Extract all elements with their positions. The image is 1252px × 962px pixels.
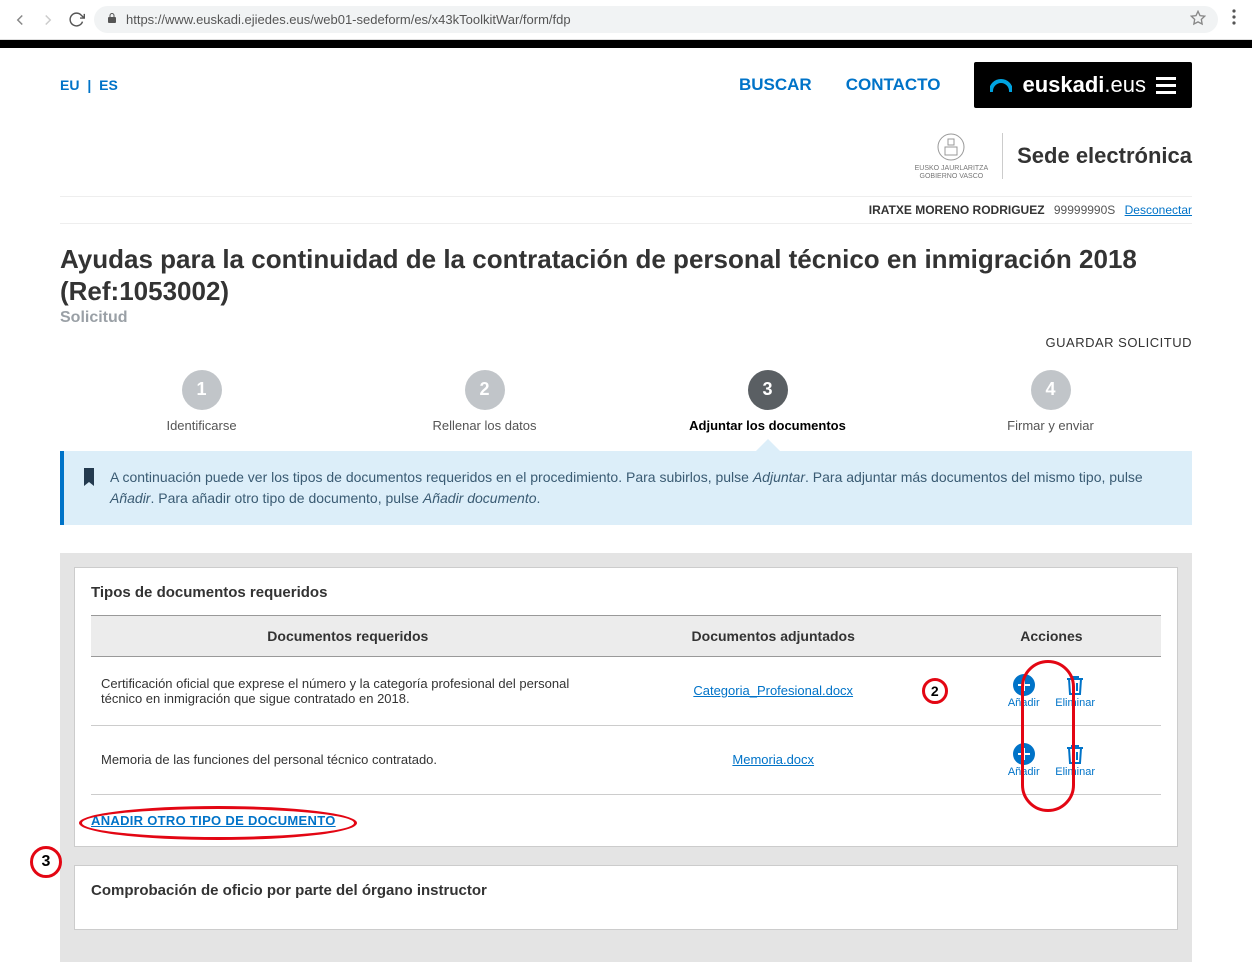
lock-icon	[106, 12, 118, 27]
info-box: A continuación puede ver los tipos de do…	[60, 451, 1192, 525]
buscar-link[interactable]: BUSCAR	[739, 75, 812, 95]
doc-file-0[interactable]: Categoria_Profesional.docx	[693, 683, 853, 698]
add-another-doc-type[interactable]: AÑADIR OTRO TIPO DE DOCUMENTO	[91, 813, 336, 828]
panel-title: Tipos de documentos requeridos	[91, 584, 1161, 601]
step-1-number: 1	[182, 370, 222, 410]
trash-icon	[1055, 673, 1095, 697]
docs-outer: Tipos de documentos requeridos Documento…	[60, 553, 1192, 962]
site-header: EU | ES BUSCAR CONTACTO euskadi.eus	[0, 48, 1252, 122]
step-4: 4 Firmar y enviar	[909, 370, 1192, 451]
annotation-2: 2	[922, 678, 948, 704]
annotation-3-wrap: 3	[30, 846, 62, 878]
url-text: https://www.euskadi.ejiedes.eus/web01-se…	[126, 12, 1182, 27]
contacto-link[interactable]: CONTACTO	[846, 75, 941, 95]
doc-row-1: Memoria de las funciones del personal té…	[91, 725, 1161, 794]
page-title: Ayudas para la continuidad de la contrat…	[60, 244, 1192, 306]
gov-logo: EUSKO JAURLARITZAGOBIERNO VASCO	[915, 132, 989, 180]
annotation-3: 3	[30, 846, 62, 878]
lang-eu-link[interactable]: EU	[60, 77, 79, 93]
doc-row-0: Certificación oficial que exprese el núm…	[91, 656, 1161, 725]
plus-circle-icon	[1008, 673, 1040, 697]
step-3-label: Adjuntar los documentos	[626, 418, 909, 433]
reload-button[interactable]	[66, 10, 86, 30]
sede-row: EUSKO JAURLARITZAGOBIERNO VASCO Sede ele…	[0, 122, 1252, 196]
step-2-number: 2	[465, 370, 505, 410]
arc-icon	[990, 72, 1012, 98]
doc-file-1[interactable]: Memoria.docx	[732, 752, 814, 767]
browser-toolbar: https://www.euskadi.ejiedes.eus/web01-se…	[0, 0, 1252, 40]
step-1: 1 Identificarse	[60, 370, 343, 451]
stepper: 1 Identificarse 2 Rellenar los datos 3 A…	[60, 370, 1192, 451]
doc-req-0: Certificación oficial que exprese el núm…	[91, 656, 605, 725]
user-id: 99999990S	[1054, 203, 1115, 217]
language-selector: EU | ES	[60, 77, 118, 93]
delete-button-0[interactable]: Eliminar	[1055, 673, 1095, 709]
address-bar[interactable]: https://www.euskadi.ejiedes.eus/web01-se…	[94, 6, 1218, 33]
brand-suffix: .eus	[1104, 72, 1146, 97]
step-4-label: Firmar y enviar	[909, 418, 1192, 433]
sede-title: Sede electrónica	[1017, 143, 1192, 169]
title-block: Ayudas para la continuidad de la contrat…	[60, 244, 1192, 326]
step-2: 2 Rellenar los datos	[343, 370, 626, 451]
panel2-title: Comprobación de oficio por parte del órg…	[91, 882, 1161, 899]
add-button-0[interactable]: Añadir	[1008, 673, 1040, 709]
lang-es-link[interactable]: ES	[99, 77, 118, 93]
bookmark-icon	[82, 468, 96, 509]
docs-table: Documentos requeridos Documentos adjunta…	[91, 615, 1161, 795]
step-3: 3 Adjuntar los documentos	[626, 370, 909, 451]
hamburger-icon[interactable]	[1156, 77, 1176, 94]
verification-panel: Comprobación de oficio por parte del órg…	[74, 865, 1178, 930]
required-docs-panel: Tipos de documentos requeridos Documento…	[74, 567, 1178, 847]
page-subtitle: Solicitud	[60, 309, 1192, 327]
brand-name: euskadi	[1022, 72, 1104, 97]
forward-button[interactable]	[38, 10, 58, 30]
delete-button-1[interactable]: Eliminar	[1055, 742, 1095, 778]
col-required: Documentos requeridos	[91, 615, 605, 656]
back-button[interactable]	[10, 10, 30, 30]
step-4-number: 4	[1031, 370, 1071, 410]
top-black-bar	[0, 40, 1252, 48]
col-actions: Acciones	[942, 615, 1161, 656]
info-text: A continuación puede ver los tipos de do…	[110, 467, 1174, 509]
plus-circle-icon	[1008, 742, 1040, 766]
step-1-label: Identificarse	[60, 418, 343, 433]
logout-link[interactable]: Desconectar	[1125, 203, 1192, 217]
euskadi-badge[interactable]: euskadi.eus	[974, 62, 1192, 108]
step-arrow-icon	[756, 439, 780, 451]
gov-line1: EUSKO JAURLARITZA	[915, 165, 989, 172]
trash-icon	[1055, 742, 1095, 766]
col-attached: Documentos adjuntados	[605, 615, 942, 656]
user-row: IRATXE MORENO RODRIGUEZ 99999990S Descon…	[60, 196, 1192, 224]
step-2-label: Rellenar los datos	[343, 418, 626, 433]
gov-line2: GOBIERNO VASCO	[920, 173, 984, 180]
step-3-number: 3	[748, 370, 788, 410]
user-name: IRATXE MORENO RODRIGUEZ	[869, 203, 1045, 217]
doc-req-1: Memoria de las funciones del personal té…	[91, 725, 605, 794]
kebab-menu-icon[interactable]	[1226, 9, 1242, 30]
add-button-1[interactable]: Añadir	[1008, 742, 1040, 778]
lang-separator: |	[87, 77, 91, 93]
star-icon[interactable]	[1190, 10, 1206, 29]
save-request-link[interactable]: GUARDAR SOLICITUD	[60, 335, 1192, 350]
